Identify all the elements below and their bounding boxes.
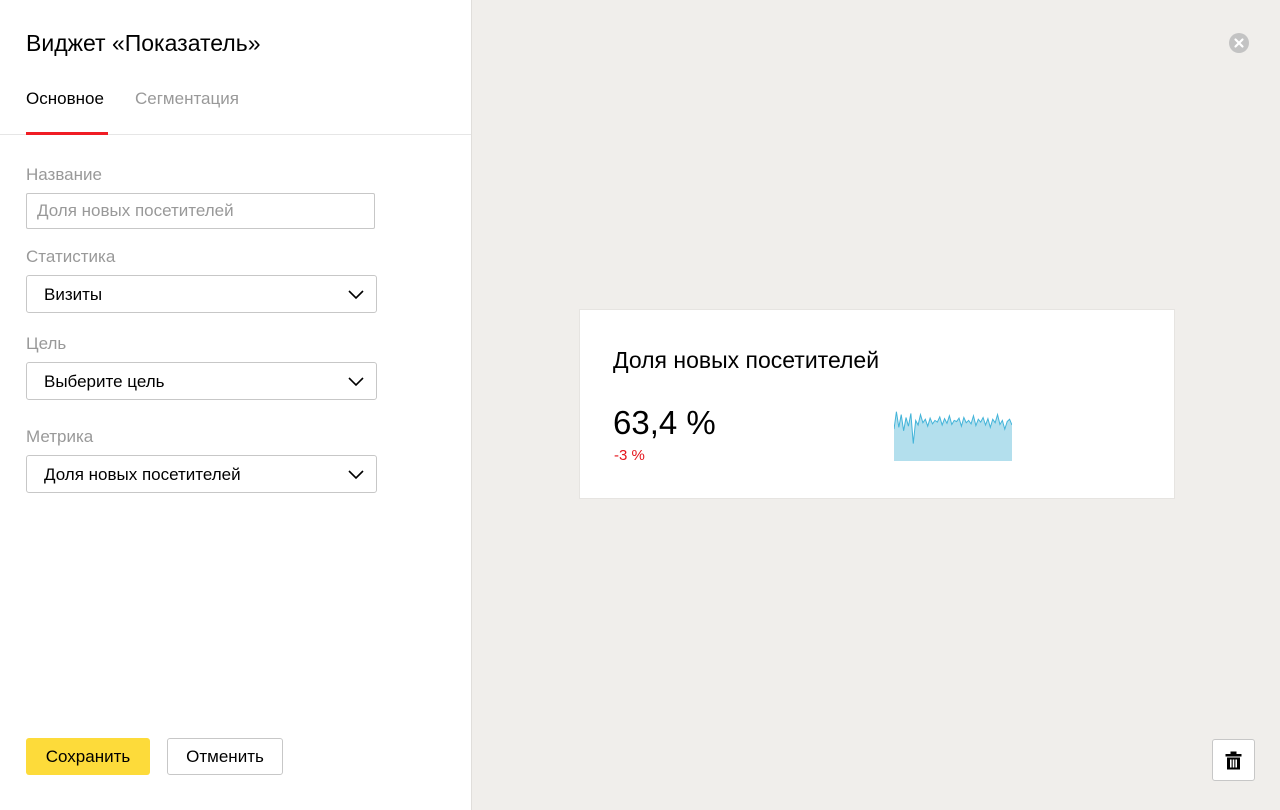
- widget-preview-card: Доля новых посетителей 63,4 % -3 %: [579, 309, 1175, 499]
- chevron-down-icon: [348, 470, 364, 480]
- goal-select[interactable]: Выберите цель: [26, 362, 377, 400]
- sparkline-chart: [894, 411, 1012, 461]
- metric-select-value: Доля новых посетителей: [44, 465, 241, 484]
- dialog-title: Виджет «Показатель»: [26, 30, 261, 56]
- delete-widget-button[interactable]: [1212, 739, 1255, 781]
- widget-settings-panel: Виджет «Показатель» Основное Сегментация…: [0, 0, 472, 810]
- statistics-select[interactable]: Визиты: [26, 275, 377, 313]
- tab-segmentation[interactable]: Сегментация: [135, 88, 239, 110]
- tab-main[interactable]: Основное: [26, 88, 104, 110]
- statistics-label: Статистика: [26, 247, 116, 266]
- metric-select[interactable]: Доля новых посетителей: [26, 455, 377, 493]
- tabs-bar: Основное Сегментация: [0, 84, 471, 135]
- close-circle-icon: [1234, 38, 1244, 48]
- goal-select-value: Выберите цель: [44, 372, 165, 391]
- active-tab-indicator: [26, 132, 108, 135]
- preview-title: Доля новых посетителей: [613, 347, 880, 373]
- goal-label: Цель: [26, 334, 67, 353]
- name-label: Название: [26, 165, 102, 184]
- chevron-down-icon: [348, 290, 364, 300]
- preview-delta: -3 %: [614, 447, 645, 464]
- chevron-down-icon: [348, 377, 364, 387]
- save-button[interactable]: Сохранить: [26, 738, 150, 775]
- metric-label: Метрика: [26, 427, 94, 446]
- trash-icon: [1225, 751, 1242, 770]
- cancel-button[interactable]: Отменить: [167, 738, 283, 775]
- statistics-select-value: Визиты: [44, 285, 103, 304]
- preview-value: 63,4 %: [613, 404, 716, 441]
- name-input[interactable]: [26, 193, 375, 229]
- close-button[interactable]: [1229, 33, 1249, 53]
